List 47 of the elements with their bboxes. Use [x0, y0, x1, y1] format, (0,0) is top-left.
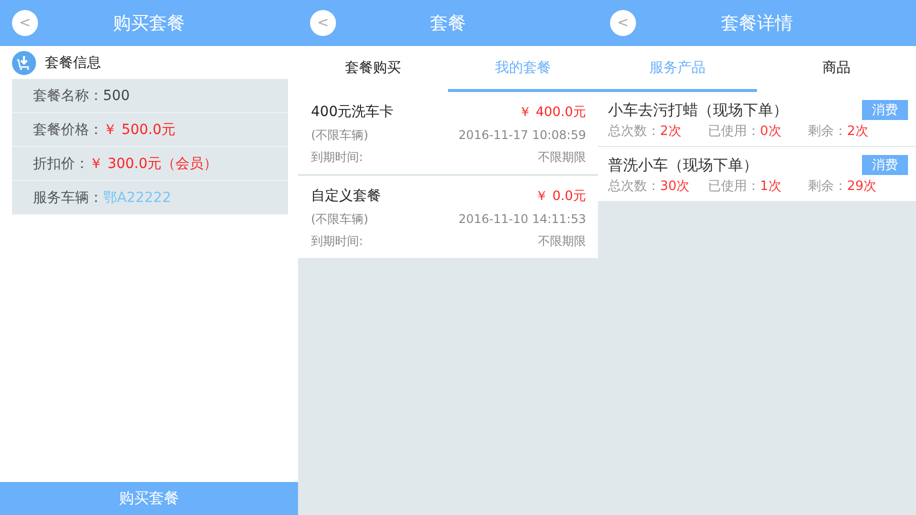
field-label: 折扣价：: [33, 154, 89, 172]
package-price: ￥ 400.0元: [518, 104, 586, 121]
vehicle-scope: (不限车辆): [311, 210, 368, 228]
count-label: 剩余：: [808, 124, 847, 139]
screen-title: 套餐详情: [721, 12, 793, 35]
count-label: 已使用：: [708, 179, 760, 194]
back-button[interactable]: <: [610, 10, 636, 36]
count-label: 总次数：: [608, 179, 660, 194]
field-value: 鄂A22222: [103, 188, 172, 206]
buy-button[interactable]: 购买套餐: [0, 482, 298, 515]
count-value: 2次: [660, 124, 682, 139]
count-label: 已使用：: [708, 124, 760, 139]
field-value: ￥ 300.0元（会员）: [89, 154, 218, 172]
service-name: 普洗小车（现场下单）: [608, 156, 758, 174]
count-label: 总次数：: [608, 124, 660, 139]
count-label: 剩余：: [808, 179, 847, 194]
expiry-value: 不限期限: [538, 232, 586, 250]
field-label: 套餐名称：: [33, 86, 103, 104]
field-label: 服务车辆：: [33, 188, 103, 206]
vehicle-scope: (不限车辆): [311, 126, 368, 144]
service-name: 小车去污打蜡（现场下单）: [608, 100, 788, 120]
package-name: 400元洗车卡: [311, 103, 394, 121]
consume-button[interactable]: 消费: [862, 100, 908, 120]
count-value: 29次: [847, 179, 877, 194]
field-value: ￥ 500.0元: [103, 120, 176, 138]
count-value: 30次: [660, 179, 690, 194]
purchase-date: 2016-11-17 10:08:59: [458, 128, 586, 142]
purchase-date: 2016-11-10 14:11:53: [458, 212, 586, 226]
screen-title: 购买套餐: [113, 12, 185, 35]
field-value: 500: [103, 88, 130, 104]
field-label: 套餐价格：: [33, 120, 103, 138]
count-value: 1次: [760, 179, 782, 194]
count-value: 2次: [847, 124, 868, 139]
package-card[interactable]: 400元洗车卡 ￥ 400.0元 (不限车辆) 2016-11-17 10:08:59 到期时间: 不限期限: [298, 92, 598, 174]
consume-button[interactable]: 消费: [862, 155, 908, 175]
expiry-label: 到期时间:: [311, 232, 364, 250]
package-price: ￥ 0.0元: [535, 188, 586, 205]
cart-download-icon: [12, 50, 36, 74]
back-button[interactable]: <: [310, 10, 336, 36]
package-card[interactable]: 自定义套餐 ￥ 0.0元 (不限车辆) 2016-11-10 14:11:53 到期时间: 不限期限: [298, 176, 598, 258]
count-value: 0次: [760, 124, 782, 139]
expiry-value: 不限期限: [538, 148, 586, 166]
screen-title: 套餐: [430, 12, 466, 35]
package-name: 自定义套餐: [311, 187, 381, 205]
back-button[interactable]: <: [12, 10, 38, 36]
section-title: 套餐信息: [45, 54, 101, 72]
expiry-label: 到期时间:: [311, 148, 364, 166]
